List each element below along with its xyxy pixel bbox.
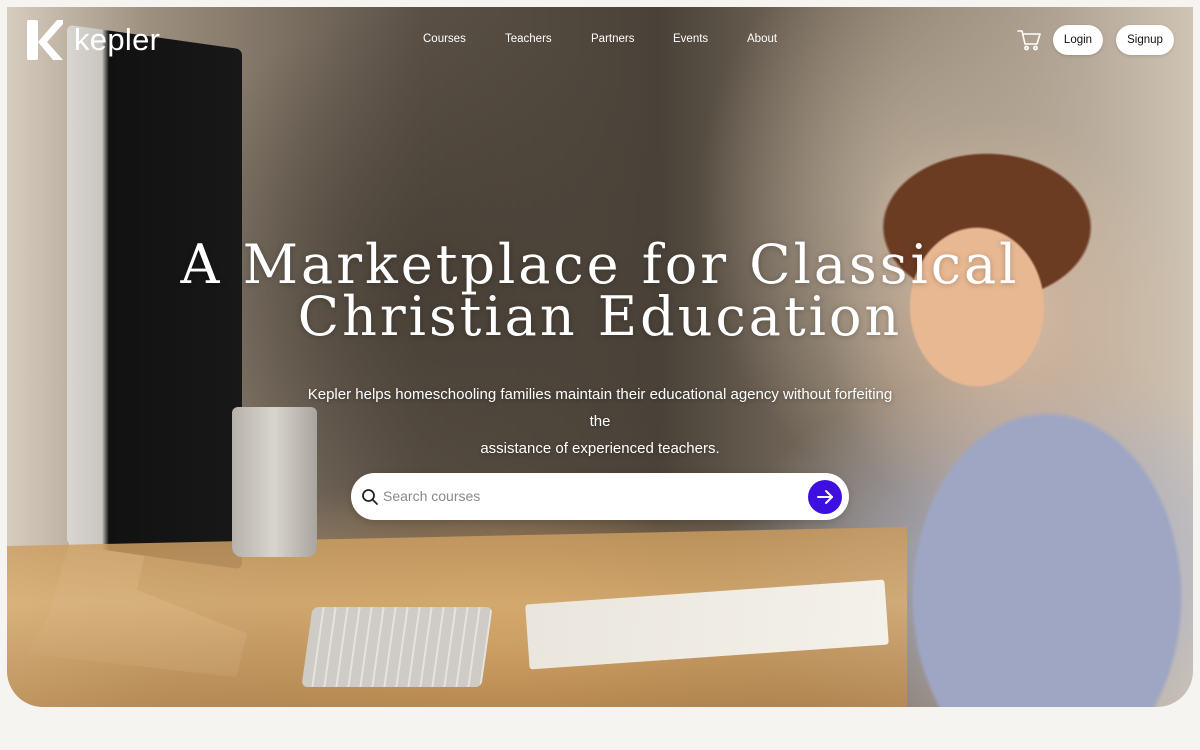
hero-section: kepler Courses Teachers Partners Events …: [7, 7, 1193, 707]
course-search-bar: [351, 473, 849, 520]
nav-link-courses[interactable]: Courses: [423, 33, 466, 45]
kepler-logo[interactable]: kepler: [27, 20, 160, 60]
nav-link-about[interactable]: About: [747, 33, 777, 45]
login-button[interactable]: Login: [1053, 25, 1103, 55]
arrow-right-icon: [817, 490, 833, 504]
search-icon: [362, 489, 378, 505]
keyboard-image: [301, 607, 493, 687]
nav-link-partners[interactable]: Partners: [591, 33, 634, 45]
signup-button[interactable]: Signup: [1116, 25, 1174, 55]
hero-headline: A Marketplace for Classical Christian Ed…: [7, 238, 1193, 344]
nav-link-events[interactable]: Events: [673, 33, 708, 45]
kepler-logo-icon: [27, 20, 63, 60]
top-navigation: kepler Courses Teachers Partners Events …: [7, 7, 1193, 77]
hero-headline-line2: Christian Education: [297, 285, 903, 348]
search-input[interactable]: [383, 481, 803, 511]
hero-subheading-line2: assistance of experienced teachers.: [480, 440, 720, 457]
hero-subheading-line1: Kepler helps homeschooling families main…: [307, 386, 893, 430]
brand-name: kepler: [74, 22, 161, 57]
hero-subheading: Kepler helps homeschooling families main…: [300, 381, 900, 462]
shopping-cart-icon[interactable]: [1017, 29, 1041, 51]
nav-link-teachers[interactable]: Teachers: [505, 33, 552, 45]
search-submit-button[interactable]: [808, 480, 842, 514]
